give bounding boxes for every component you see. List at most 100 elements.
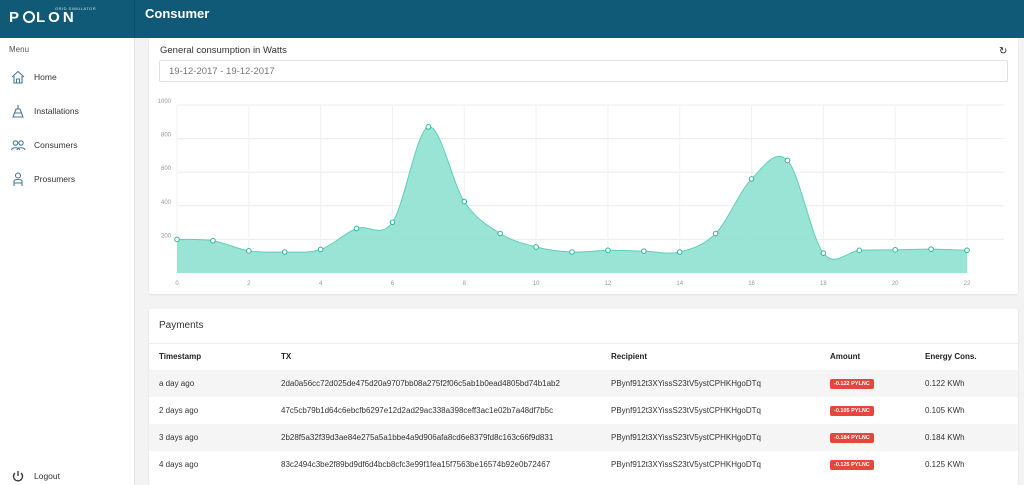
payments-table: Timestamp TX Recipient Amount Energy Con… — [149, 343, 1018, 478]
data-point — [246, 248, 252, 254]
data-point — [928, 246, 934, 252]
data-point — [676, 249, 683, 255]
data-point — [533, 244, 539, 250]
logout-button[interactable]: Logout — [0, 462, 134, 485]
x-tick-label: 14 — [676, 281, 683, 287]
data-point — [317, 246, 324, 253]
cell-amount: -0.184 PYLNC — [830, 423, 925, 451]
y-tick-label: 1000 — [158, 99, 172, 105]
data-point — [784, 157, 791, 164]
consumption-card: General consumption in Watts ↻ 100080060… — [149, 38, 1018, 294]
column-header-timestamp[interactable]: Timestamp — [149, 343, 281, 370]
top-bar: P LON GRID SIMULATOR Consumer — [0, 0, 1024, 38]
prosumer-icon — [13, 172, 23, 186]
users-icon — [10, 140, 26, 151]
x-tick-label: 10 — [533, 281, 540, 287]
sidebar-item-prosumers[interactable]: Prosumers — [0, 165, 134, 193]
x-tick-label: 16 — [748, 281, 755, 287]
table-row[interactable]: 4 days ago 83c2494c3be2f89bd9df6d4bcb8cf… — [149, 451, 1018, 478]
cell-tx[interactable]: 83c2494c3be2f89bd9df6d4bcb8cfc3e99f1fea1… — [281, 451, 611, 478]
x-tick-label: 2 — [247, 281, 251, 287]
x-tick-label: 0 — [175, 281, 179, 287]
data-point — [210, 237, 216, 244]
sidebar-item-home[interactable]: Home — [0, 63, 134, 91]
data-point — [964, 247, 970, 254]
cell-recipient[interactable]: PBynf912t3XYissS23tV5ystCPHKHgoDTq — [611, 451, 830, 478]
x-tick-label: 4 — [319, 281, 323, 287]
table-row[interactable]: 3 days ago 2b28f5a32f39d3ae84e275a5a1bbe… — [149, 423, 1018, 451]
logout-label: Logout — [34, 471, 60, 481]
x-tick-label: 22 — [964, 281, 971, 287]
data-point — [820, 250, 827, 256]
table-row[interactable]: a day ago 2da0a56cc72d025de475d20a9707bb… — [149, 369, 1018, 397]
data-point — [353, 225, 360, 232]
payments-card: Payments Timestamp TX Recipient Amount E… — [149, 309, 1018, 485]
cell-energy: 0.105 KWh — [925, 405, 965, 415]
cell-recipient[interactable]: PBynf912t3XYissS23tV5ystCPHKHgoDTq — [611, 423, 830, 451]
data-point — [641, 248, 647, 254]
data-point — [856, 247, 863, 254]
refresh-icon[interactable]: ↻ — [999, 46, 1007, 57]
cell-recipient[interactable]: PBynf912t3XYissS23tV5ystCPHKHgoDTq — [611, 369, 830, 397]
x-tick-label: 6 — [391, 281, 395, 287]
data-point — [748, 176, 755, 182]
brand-tagline: GRID SIMULATOR — [55, 6, 97, 11]
data-point — [712, 230, 719, 237]
pylon-logo[interactable]: P LON — [9, 9, 77, 26]
sidebar: Menu Home Installations Consumers Prosum… — [0, 38, 135, 485]
menu-label: Menu — [9, 45, 30, 54]
data-point — [892, 247, 898, 253]
power-icon — [12, 471, 24, 482]
data-point — [497, 230, 503, 237]
sidebar-item-consumers[interactable]: Consumers — [0, 131, 134, 159]
y-tick-label: 200 — [161, 233, 172, 239]
y-tick-label: 400 — [161, 200, 172, 206]
data-point — [174, 236, 180, 243]
column-header-tx[interactable]: TX — [281, 343, 611, 370]
cell-tx[interactable]: 2b28f5a32f39d3ae84e275a5a1bbe4a9d906afa8… — [281, 423, 611, 451]
cell-timestamp: a day ago — [149, 369, 281, 397]
payments-title: Payments — [159, 320, 204, 331]
table-header-row: Timestamp TX Recipient Amount Energy Con… — [149, 343, 1018, 370]
amount-badge: -0.122 PYLNC — [830, 378, 874, 389]
sidebar-item-installations[interactable]: Installations — [0, 97, 134, 125]
page-title: Consumer — [145, 6, 210, 21]
cell-recipient[interactable]: PBynf912t3XYissS23tV5ystCPHKHgoDTq — [611, 397, 830, 424]
consumption-chart: 1000 800 600 400 200 0 2 4 6 8 10 12 14 16 18 20 22 — [158, 99, 1004, 287]
column-header-recipient[interactable]: Recipient — [611, 343, 830, 370]
installation-icon — [12, 105, 24, 118]
table-row[interactable]: 2 days ago 47c5cb79b1d64c6ebcfb6297e12d2… — [149, 397, 1018, 424]
amount-badge: -0.105 PYLNC — [830, 405, 874, 416]
sidebar-item-label: Consumers — [34, 140, 78, 150]
cell-tx[interactable]: 2da0a56cc72d025de475d20a9707bb08a275f2f0… — [281, 369, 611, 397]
y-tick-label: 800 — [161, 133, 172, 139]
data-point — [425, 124, 432, 130]
cell-energy: 0.184 KWh — [925, 423, 1018, 451]
column-header-amount[interactable]: Amount — [830, 343, 925, 370]
chart-title: General consumption in Watts — [160, 45, 287, 56]
column-header-energy[interactable]: Energy Cons. — [925, 343, 1018, 370]
y-tick-label: 600 — [161, 166, 172, 172]
x-tick-label: 20 — [892, 281, 899, 287]
x-tick-label: 18 — [820, 281, 827, 287]
cell-timestamp: 3 days ago — [149, 423, 281, 451]
cell-timestamp: 2 days ago — [159, 405, 199, 415]
cell-amount: -0.122 PYLNC — [830, 369, 925, 397]
x-tick-label: 8 — [463, 281, 467, 287]
logo-ring-icon — [23, 11, 36, 23]
date-range-input[interactable] — [159, 60, 1008, 82]
x-tick-label: 12 — [605, 281, 612, 287]
cell-energy: 0.122 KWh — [925, 369, 1018, 397]
data-point — [605, 247, 611, 254]
sidebar-item-label: Home — [34, 72, 57, 82]
data-point — [389, 219, 396, 226]
data-point — [569, 249, 575, 255]
home-icon — [11, 70, 25, 84]
cell-amount: -0.125 PYLNC — [830, 451, 925, 478]
cell-timestamp: 4 days ago — [159, 459, 199, 469]
data-point — [461, 198, 468, 205]
brand-area[interactable]: P LON GRID SIMULATOR — [0, 0, 135, 38]
cell-energy: 0.125 KWh — [925, 459, 965, 469]
sidebar-item-label: Installations — [34, 106, 79, 116]
cell-tx[interactable]: 47c5cb79b1d64c6ebcfb6297e12d2ad29ac338a3… — [281, 397, 611, 424]
